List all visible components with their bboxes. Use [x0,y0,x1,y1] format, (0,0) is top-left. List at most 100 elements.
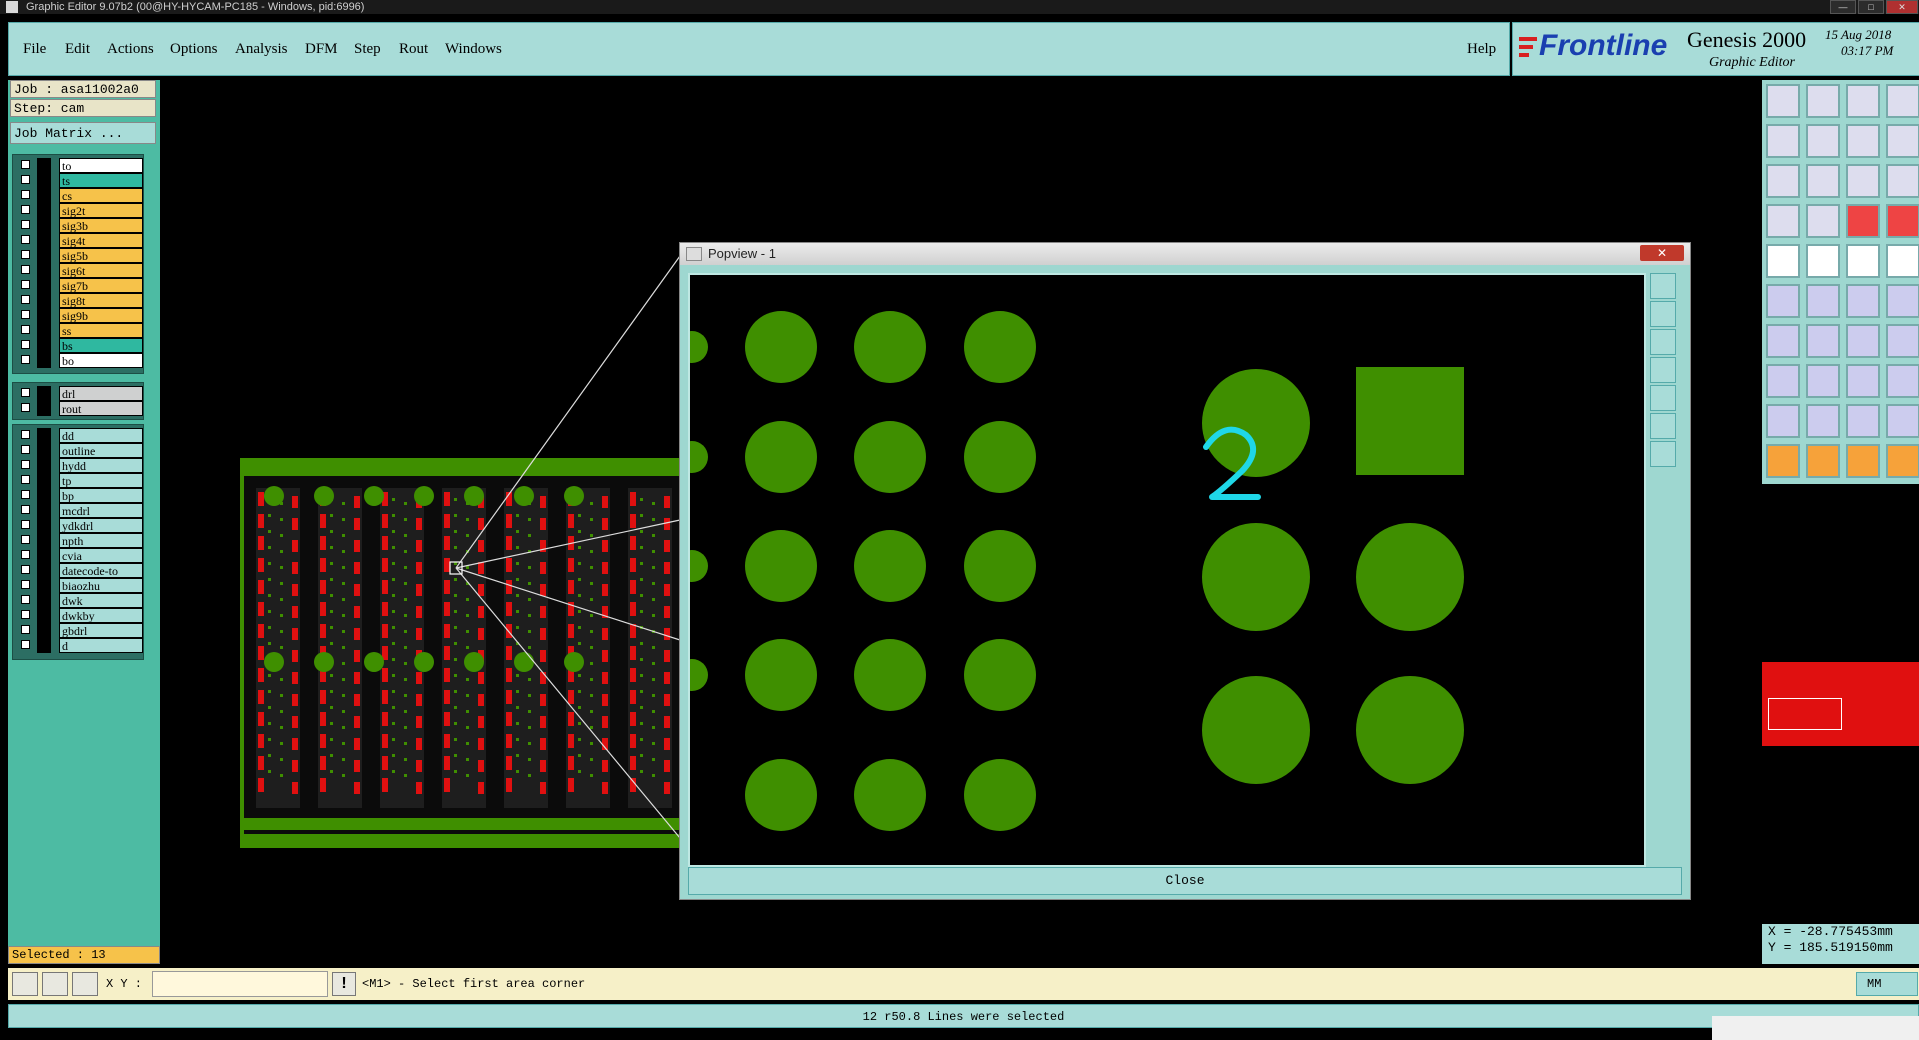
layer-row-cvia[interactable]: cvia [19,548,143,563]
tool-button-icon[interactable] [1806,124,1840,158]
job-matrix-button[interactable]: Job Matrix ... [10,122,156,144]
layer-checkbox[interactable] [21,175,30,184]
layer-color-swatch[interactable] [37,401,51,416]
menu-step[interactable]: Step [354,41,381,58]
layer-name[interactable]: outline [59,443,143,458]
layer-row-biaozhu[interactable]: biaozhu [19,578,143,593]
layer-checkbox[interactable] [21,403,30,412]
layer-color-swatch[interactable] [37,353,51,368]
layer-name[interactable]: cvia [59,548,143,563]
layer-row-to[interactable]: to [19,158,143,173]
tool-button-icon[interactable] [1886,204,1919,238]
layer-color-swatch[interactable] [37,293,51,308]
pv-pan-left-icon[interactable] [1650,357,1676,383]
menu-help[interactable]: Help [1467,41,1496,58]
layer-color-swatch[interactable] [37,218,51,233]
layer-name[interactable]: rout [59,401,143,416]
popview-canvas[interactable]: 2 [690,275,1644,865]
units-selector[interactable]: MM [1856,972,1918,996]
layer-color-swatch[interactable] [37,563,51,578]
layer-checkbox[interactable] [21,430,30,439]
layer-color-swatch[interactable] [37,638,51,653]
layer-row-sig7b[interactable]: sig7b [19,278,143,293]
tool-button-icon[interactable] [1846,124,1880,158]
layer-row-ss[interactable]: ss [19,323,143,338]
measure-icon[interactable] [42,972,68,996]
layer-color-swatch[interactable] [37,608,51,623]
pv-zoom-in-icon[interactable] [1650,413,1676,439]
layer-checkbox[interactable] [21,280,30,289]
layer-name[interactable]: sig6t [59,263,143,278]
layer-name[interactable]: mcdrl [59,503,143,518]
layer-name[interactable]: sig2t [59,203,143,218]
tool-button-icon[interactable] [1806,84,1840,118]
pv-pan-right-icon[interactable] [1650,385,1676,411]
tool-button-icon[interactable] [1806,444,1840,478]
layer-name[interactable]: sig9b [59,308,143,323]
tool-button-icon[interactable] [1846,444,1880,478]
layer-name[interactable]: sig8t [59,293,143,308]
layer-checkbox[interactable] [21,355,30,364]
layer-checkbox[interactable] [21,310,30,319]
tool-button-icon[interactable] [1766,444,1800,478]
layer-checkbox[interactable] [21,520,30,529]
layer-color-swatch[interactable] [37,323,51,338]
layer-color-swatch[interactable] [37,158,51,173]
layer-color-swatch[interactable] [37,188,51,203]
layer-color-swatch[interactable] [37,248,51,263]
snap-icon[interactable] [12,972,38,996]
layer-checkbox[interactable] [21,640,30,649]
layer-checkbox[interactable] [21,160,30,169]
layer-name[interactable]: sig4t [59,233,143,248]
layer-color-swatch[interactable] [37,428,51,443]
layer-checkbox[interactable] [21,190,30,199]
layer-checkbox[interactable] [21,535,30,544]
window-close-icon[interactable]: ✕ [1886,0,1918,14]
layer-name[interactable]: gbdrl [59,623,143,638]
layer-row-dwk[interactable]: dwk [19,593,143,608]
layer-row-gbdrl[interactable]: gbdrl [19,623,143,638]
layer-color-swatch[interactable] [37,338,51,353]
layer-color-swatch[interactable] [37,443,51,458]
layer-checkbox[interactable] [21,250,30,259]
layer-name[interactable]: sig5b [59,248,143,263]
layer-color-swatch[interactable] [37,503,51,518]
menu-edit[interactable]: Edit [65,41,90,58]
tool-button-icon[interactable] [1846,164,1880,198]
layer-row-sig2t[interactable]: sig2t [19,203,143,218]
layer-row-sig8t[interactable]: sig8t [19,293,143,308]
tool-button-icon[interactable] [1806,284,1840,318]
layer-color-swatch[interactable] [37,263,51,278]
layer-checkbox[interactable] [21,565,30,574]
tool-button-icon[interactable] [1766,284,1800,318]
layer-row-ts[interactable]: ts [19,173,143,188]
layer-color-swatch[interactable] [37,533,51,548]
layer-checkbox[interactable] [21,445,30,454]
layer-color-swatch[interactable] [37,578,51,593]
tool-button-icon[interactable] [1766,204,1800,238]
layer-checkbox[interactable] [21,580,30,589]
tool-button-icon[interactable] [1886,284,1919,318]
tool-button-icon[interactable] [1886,244,1919,278]
tool-button-icon[interactable] [1766,404,1800,438]
tool-button-icon[interactable] [1806,404,1840,438]
layer-name[interactable]: npth [59,533,143,548]
popview-viewport[interactable]: 2 [688,273,1646,867]
tool-button-icon[interactable] [1846,244,1880,278]
layer-name[interactable]: d [59,638,143,653]
tool-button-icon[interactable] [1806,164,1840,198]
pv-pan-up-icon[interactable] [1650,301,1676,327]
layer-name[interactable]: sig3b [59,218,143,233]
layer-color-swatch[interactable] [37,458,51,473]
layer-color-swatch[interactable] [37,233,51,248]
layer-checkbox[interactable] [21,625,30,634]
warning-button[interactable]: ! [332,972,356,996]
layer-row-datecode-to[interactable]: datecode-to [19,563,143,578]
layer-row-sig5b[interactable]: sig5b [19,248,143,263]
tool-button-icon[interactable] [1846,364,1880,398]
layer-checkbox[interactable] [21,295,30,304]
layer-row-npth[interactable]: npth [19,533,143,548]
tool-button-icon[interactable] [1806,204,1840,238]
layer-color-swatch[interactable] [37,386,51,401]
layer-row-outline[interactable]: outline [19,443,143,458]
